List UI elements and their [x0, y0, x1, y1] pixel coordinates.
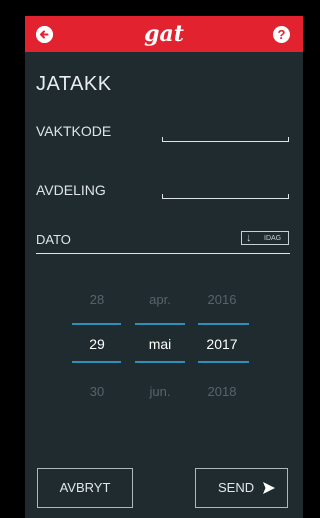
month-prev[interactable]: apr. — [130, 292, 190, 307]
year-next[interactable]: 2018 — [192, 384, 252, 399]
day-prev[interactable]: 28 — [67, 292, 127, 307]
vaktkode-label: VAKTKODE — [36, 123, 112, 139]
avdeling-tick-left — [162, 194, 163, 198]
question-icon: ? — [277, 27, 286, 42]
avdeling-underline — [162, 198, 289, 199]
app-logo: gat — [144, 21, 184, 47]
avdeling-tick-right — [288, 194, 289, 198]
day-line-top — [72, 323, 121, 325]
month-line-top — [135, 323, 185, 325]
avdeling-field[interactable] — [162, 179, 303, 207]
dato-label: DATO — [36, 232, 71, 247]
vaktkode-tick-left — [162, 137, 163, 141]
month-selected[interactable]: mai — [130, 336, 190, 352]
idag-button[interactable]: ↓ IDAG — [241, 231, 289, 245]
help-button[interactable]: ? — [273, 26, 290, 43]
page-title: JATAKK — [36, 73, 112, 95]
avdeling-label: AVDELING — [36, 182, 106, 198]
app-header: gat ? — [25, 16, 303, 52]
day-line-bottom — [72, 361, 121, 363]
year-selected[interactable]: 2017 — [192, 336, 252, 352]
send-icon — [263, 482, 275, 494]
month-next[interactable]: jun. — [130, 384, 190, 399]
idag-label: IDAG — [264, 235, 282, 242]
vaktkode-field[interactable] — [162, 120, 303, 148]
send-label: SEND — [218, 480, 255, 495]
dato-underline — [36, 253, 290, 254]
vaktkode-underline — [162, 141, 289, 142]
send-button[interactable]: SEND — [195, 468, 288, 508]
vaktkode-tick-right — [288, 137, 289, 141]
day-next[interactable]: 30 — [67, 384, 127, 399]
month-line-bottom — [135, 361, 185, 363]
day-selected[interactable]: 29 — [67, 336, 127, 352]
cancel-button[interactable]: AVBRYT — [37, 468, 133, 508]
year-prev[interactable]: 2016 — [192, 292, 252, 307]
year-line-bottom — [198, 361, 249, 363]
app-screen: gat ? JATAKK VAKTKODE AVDELING DATO ↓ ID… — [25, 16, 303, 518]
arrow-down-icon: ↓ — [246, 232, 252, 244]
year-line-top — [198, 323, 249, 325]
